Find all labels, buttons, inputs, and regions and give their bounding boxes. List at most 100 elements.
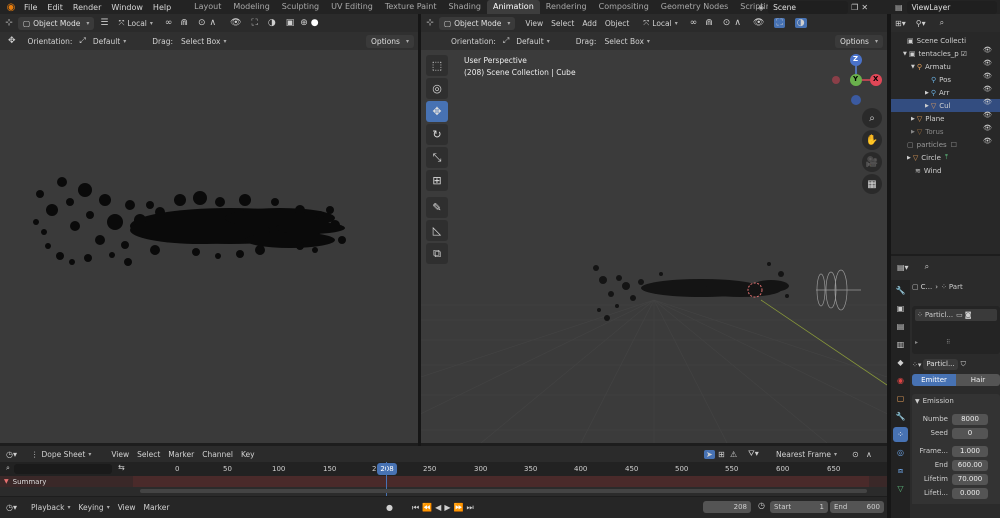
right-menu-object[interactable]: Object — [601, 19, 633, 28]
dope-menu-select[interactable]: Select — [133, 450, 164, 459]
tab-layout[interactable]: Layout — [188, 0, 227, 14]
xray-icon[interactable]: ▣ — [286, 18, 295, 28]
expand-icon[interactable]: ▶ — [907, 155, 911, 161]
ortho-grid-icon[interactable]: ▦ — [862, 174, 882, 194]
list-grip-icon[interactable]: ⠿ — [946, 339, 950, 346]
menu-edit[interactable]: Edit — [42, 3, 68, 12]
tab-texture-paint[interactable]: Texture Paint — [379, 0, 443, 14]
menu-window[interactable]: Window — [106, 3, 148, 12]
particle-slot-list[interactable]: ⁘ Particl... ▭ ◙ ▸ ⠿ — [912, 306, 1000, 354]
menu-render[interactable]: Render — [68, 3, 106, 12]
camera-icon[interactable]: ◙ — [965, 311, 972, 319]
prev-keyframe-icon[interactable]: ⏪ — [422, 503, 432, 512]
hair-button[interactable]: Hair — [956, 374, 1000, 386]
falloff-icon[interactable]: ∧ — [734, 18, 741, 28]
proportional-icon[interactable]: ⊙ — [852, 450, 859, 459]
frame-start-field[interactable]: 1.000 — [952, 445, 988, 457]
measure-tool-icon[interactable]: ◺ — [426, 220, 448, 241]
sync-range-icon[interactable]: ⇆ — [118, 463, 125, 472]
snap-icon[interactable]: ⋒ — [705, 18, 713, 28]
right-options-button[interactable]: Options ▾ — [835, 34, 883, 48]
eye-icon[interactable]: 👁 — [983, 83, 992, 96]
show-hidden-icon[interactable]: ⊞ — [718, 450, 725, 459]
particle-settings-selector[interactable]: Particl... — [923, 359, 958, 370]
emission-panel-header[interactable]: ▼ Emission — [912, 394, 1000, 408]
only-selected-icon[interactable]: ➤ — [704, 449, 715, 459]
menu-file[interactable]: File — [19, 3, 42, 12]
view-layer-tab-icon[interactable]: ▥ — [893, 337, 908, 352]
monitor-icon[interactable]: ▭ — [956, 311, 963, 319]
expand-icon[interactable]: ▶ — [925, 103, 929, 109]
editor-type-icon[interactable]: ⊞▾ — [895, 19, 906, 28]
camera-view-icon[interactable]: 🎥 — [862, 152, 882, 172]
gizmo-toggle-icon[interactable]: ⛶ — [252, 18, 258, 28]
right-mode-selector[interactable]: ▢ Object Mode ▾ — [439, 16, 516, 30]
channel-search-icon[interactable]: ⌕ — [6, 464, 10, 473]
shield-icon[interactable]: ⛉ — [961, 360, 966, 369]
scale-tool-icon[interactable]: ⤡ — [426, 147, 448, 168]
clock-icon[interactable]: ◷ — [758, 501, 765, 510]
editor-type-icon[interactable]: ◷▾ — [6, 450, 17, 459]
transform-tool-icon[interactable]: ⊞ — [426, 170, 448, 191]
outliner-row-circle[interactable]: ▶ ▽ Circle ⤒ — [891, 151, 1000, 164]
expand-icon[interactable]: ▼ — [903, 51, 907, 57]
scene-tab-icon[interactable]: ◆ — [893, 355, 908, 370]
timeline-menu-playback[interactable]: Playback ▾ — [27, 503, 74, 512]
select-box-tool-icon[interactable]: ⬚ — [426, 55, 448, 76]
object-tab-icon[interactable]: ▢ — [893, 391, 908, 406]
right-orientation-selector[interactable]: Default ▾ — [512, 37, 553, 46]
link-icon[interactable]: ∞ — [690, 18, 698, 28]
dope-menu-marker[interactable]: Marker — [164, 450, 198, 459]
expand-icon[interactable]: ▼ — [911, 64, 915, 70]
end-frame-field[interactable]: End 600 — [830, 501, 884, 513]
wireframe-shading-icon[interactable]: ⊕ — [300, 18, 308, 28]
expand-icon[interactable]: ▶ — [911, 129, 915, 135]
render-tab-icon[interactable]: ▣ — [893, 301, 908, 316]
snapping-selector[interactable]: Nearest Frame ▾ — [772, 450, 841, 459]
physics-tab-icon[interactable]: ◎ — [893, 445, 908, 460]
overlay-toggle-icon[interactable]: ◑ — [268, 18, 276, 28]
eye-icon[interactable]: 👁 — [983, 109, 992, 122]
link-icon[interactable]: ∞ — [165, 18, 173, 28]
tab-modeling[interactable]: Modeling — [227, 0, 275, 14]
scene-close-icon[interactable]: ✕ — [861, 3, 868, 12]
lifetime-random-field[interactable]: 0.000 — [952, 487, 988, 499]
tab-uv-editing[interactable]: UV Editing — [325, 0, 379, 14]
menu-help[interactable]: Help — [148, 3, 176, 12]
jump-end-icon[interactable]: ⏭ — [466, 503, 473, 513]
next-keyframe-icon[interactable]: ⏩ — [453, 503, 463, 512]
expand-icon[interactable]: ▶ — [925, 90, 929, 96]
summary-collapse-icon[interactable]: ▼ — [4, 478, 9, 485]
timeline-menu-marker[interactable]: Marker — [140, 503, 174, 512]
lifetime-field[interactable]: 70.000 — [952, 473, 988, 485]
record-icon[interactable]: ● — [386, 503, 393, 512]
tab-compositing[interactable]: Compositing — [593, 0, 655, 14]
dope-sheet-ruler[interactable]: ⌕ ⇆ 0 50 100 150 200 250 300 350 400 450… — [0, 462, 887, 476]
particles-tab-icon[interactable]: ⁘ — [893, 427, 908, 442]
left-3d-viewport[interactable] — [0, 50, 418, 443]
eye-icon[interactable]: 👁 — [983, 70, 992, 83]
only-errors-icon[interactable]: ⚠ — [730, 450, 737, 459]
timeline-menu-view[interactable]: View — [114, 503, 140, 512]
scene-copy-icon[interactable]: ❐ — [851, 3, 858, 12]
expand-icon[interactable]: ▸ — [915, 339, 918, 346]
filter-icon[interactable]: ⛛▾ — [748, 449, 759, 459]
dope-menu-view[interactable]: View — [107, 450, 133, 459]
left-drag-selector[interactable]: Select Box ▾ — [177, 37, 230, 46]
eye-icon[interactable]: 👁 — [983, 44, 992, 57]
play-reverse-icon[interactable]: ◀ — [435, 503, 441, 512]
checkbox-icon[interactable]: ☑ — [961, 50, 967, 58]
editor-type-icon[interactable]: ◷▾ — [6, 503, 17, 512]
world-tab-icon[interactable]: ◉ — [893, 373, 908, 388]
add-cube-tool-icon[interactable]: ⧉ — [426, 243, 448, 264]
emitter-button[interactable]: Emitter — [912, 374, 956, 386]
tab-geometry-nodes[interactable]: Geometry Nodes — [655, 0, 734, 14]
eye-icon[interactable]: 👁 — [983, 57, 992, 70]
outliner-search-icon[interactable]: ⌕ — [940, 18, 944, 28]
pan-hand-icon[interactable]: ✋ — [862, 130, 882, 150]
tab-animation[interactable]: Animation — [486, 0, 540, 14]
dope-sheet-scrollbar[interactable] — [140, 489, 867, 493]
frame-end-field[interactable]: 600.00 — [952, 459, 988, 471]
tool-tab-icon[interactable]: 🔧 — [893, 283, 908, 298]
right-menu-select[interactable]: Select — [547, 19, 578, 28]
